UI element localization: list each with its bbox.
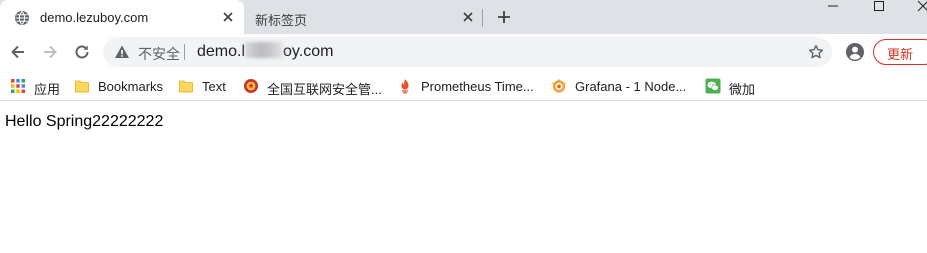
bookmark-label: 应用 [34,82,61,97]
folder-icon [75,80,89,93]
maximize-icon[interactable] [869,0,889,14]
tab-title: 新标签页 [255,13,308,28]
new-tab-plus-icon[interactable] [496,9,512,25]
bookmark-prometheus[interactable]: Prometheus Time... [397,75,539,97]
update-button-label: 更新 [887,47,914,62]
close-tab-icon[interactable] [221,10,235,24]
bookmarks-bar: 应用 Bookmarks Text 全国互联网安全管... Prometheus… [0,71,927,101]
bookmark-star-icon[interactable] [808,44,824,60]
tab-divider [482,9,483,27]
bookmark-label: 全国互联网安全管... [267,82,382,97]
bookmark-folder-text[interactable]: Text [178,75,234,97]
apps-grid-icon [11,79,25,93]
warning-icon[interactable] [114,44,130,60]
browser-toolbar: 不安全 demo.l oy.com 更新 [0,34,927,71]
tab-active[interactable]: demo.lezuboy.com [0,0,244,34]
bookmark-label: Grafana - 1 Node... [575,79,687,94]
bookmark-label: Prometheus Time... [421,79,534,94]
update-button[interactable]: 更新 [873,39,927,65]
url-end: oy.com [283,43,334,60]
url-redaction [245,42,284,58]
address-bar[interactable]: 不安全 demo.l oy.com [103,37,832,67]
wechat-icon [705,78,721,94]
close-tab-icon[interactable] [461,10,475,24]
bookmark-folder-bookmarks[interactable]: Bookmarks [74,75,166,97]
back-arrow-icon[interactable] [8,42,28,62]
bookmark-apps[interactable]: 应用 [10,75,64,97]
tab-new-tab[interactable]: 新标签页 [244,0,482,34]
omnibox-separator [184,44,185,60]
tab-title: demo.lezuboy.com [40,10,149,25]
bookmark-label: 微加 [729,82,756,97]
page-body-text: Hello Spring22222222 [5,113,164,130]
globe-icon [15,11,29,25]
close-window-icon[interactable] [913,0,927,14]
police-badge-icon [244,79,258,93]
not-secure-label[interactable]: 不安全 [138,44,180,64]
forward-arrow-icon[interactable] [40,42,60,62]
profile-avatar-icon[interactable] [845,42,865,62]
url-text[interactable]: demo.l oy.com [197,42,333,61]
bookmark-security-site[interactable]: 全国互联网安全管... [243,75,383,97]
tab-strip: demo.lezuboy.com 新标签页 [0,0,927,34]
url-start: demo.l [197,43,246,60]
bookmark-weijia[interactable]: 微加 [705,75,761,97]
reload-icon[interactable] [72,42,92,62]
folder-icon [179,80,193,93]
prometheus-icon [401,79,409,94]
grafana-icon [552,78,566,93]
bookmark-label: Text [202,79,226,94]
bookmark-grafana[interactable]: Grafana - 1 Node... [551,75,691,97]
bookmark-label: Bookmarks [98,79,164,94]
minimize-icon[interactable] [823,0,843,14]
